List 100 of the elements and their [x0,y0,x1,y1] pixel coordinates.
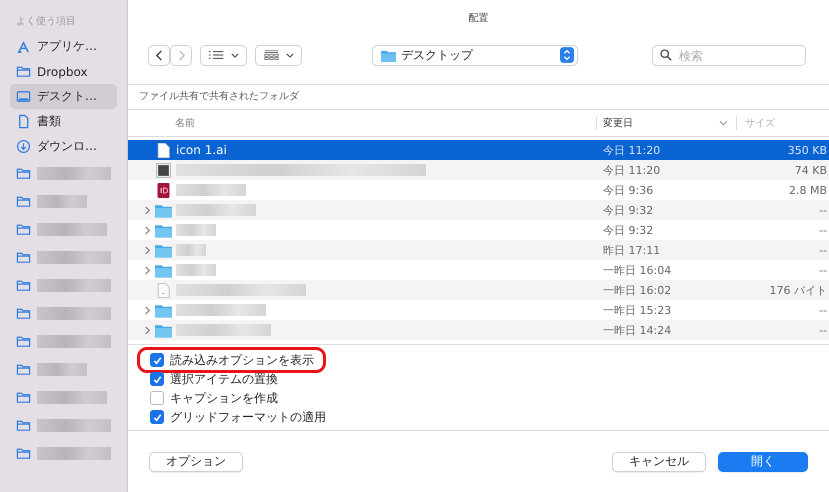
folder-icon [16,390,31,404]
folder-icon [16,222,31,236]
file-row[interactable]: 一昨日 14:24 -- [128,320,829,340]
disclosure-icon [144,306,151,314]
open-button[interactable]: 開く [718,452,808,472]
checkbox[interactable] [150,372,164,386]
file-row[interactable]: 一昨日 16:04 -- [128,260,829,280]
redacted-name [37,362,87,376]
options-button[interactable]: オプション [149,452,243,472]
checkbox[interactable] [150,410,164,424]
disclosure-icon [144,226,151,234]
redacted-name [37,390,107,404]
folder-icon [16,334,31,348]
date-cell-text: 今日 9:36 [602,182,654,198]
check-icon [152,354,162,366]
folder-icon [155,302,172,318]
indesign-file-icon [155,182,172,198]
grid-view-button[interactable] [255,44,302,66]
redacted-name [176,264,216,276]
section-heading: ファイル共有で共有されたフォルダ [128,85,829,110]
column-header[interactable]: 名前 [128,116,596,130]
date-cell-text: 昨日 17:11 [602,242,662,258]
check-icon [152,374,162,384]
file-row[interactable]: 今日 9:36 2.8 MB [128,180,829,200]
folder-icon [16,306,31,320]
file-row[interactable]: 今日 11:20 74 KB [128,160,829,180]
size-cell-text: 350 KB [786,144,828,156]
folder-icon [155,202,172,218]
sort-icon [719,120,728,126]
folder-icon [16,250,31,264]
date-cell-text: 一昨日 16:02 [602,282,672,298]
folder-icon [16,64,31,79]
option-checkbox[interactable]: キャプションを作成 [150,389,278,407]
sidebar-heading: よく使う項目 [15,15,77,28]
forward-icon [176,50,186,60]
checkbox[interactable] [150,353,164,367]
date-cell-text: 今日 11:20 [602,162,662,178]
redacted-name [176,244,206,256]
download-icon [16,139,31,154]
location-popup[interactable]: デスクトップ [372,44,578,66]
file-row[interactable]: 一昨日 16:02 176 バイト [128,280,829,300]
size-cell-text: 2.8 MB [788,184,828,196]
sidebar-item[interactable]: デスクト… [10,84,117,109]
size-cell-text: -- [818,324,828,336]
folder-icon [16,194,31,208]
checkbox[interactable] [150,391,164,405]
folder-icon [155,262,172,278]
desktop-icon [16,89,31,104]
folder-icon [16,418,31,432]
folder-icon [16,278,31,292]
sidebar-item[interactable]: アプリケ… [10,34,117,59]
disclosure-icon [144,206,151,214]
document-icon [155,142,172,158]
option-checkbox[interactable]: 選択アイテムの置換 [150,370,278,388]
folder-icon [381,48,396,62]
file-row[interactable]: icon 1.ai 今日 11:20 350 KB [128,140,829,160]
option-checkbox[interactable]: グリッドフォーマットの適用 [150,408,326,426]
search-field[interactable]: 検索 [652,45,806,66]
size-cell-text: -- [818,304,828,316]
sidebar-item[interactable]: ダウンロ… [10,134,117,159]
sidebar-label: ダウンロ… [37,138,97,155]
size-cell-text: -- [818,224,828,236]
list-view-button[interactable] [200,44,247,66]
folder-icon [155,222,172,238]
back-button[interactable] [148,44,170,66]
cancel-button[interactable]: キャンセル [612,452,706,472]
redacted-name [37,222,107,236]
image-file-icon [155,162,172,178]
redacted-name [176,224,216,236]
option-checkbox[interactable]: 読み込みオプションを表示 [150,351,314,369]
file-row[interactable]: 今日 9:32 -- [128,200,829,220]
caret-icon [231,52,239,58]
date-cell-text: 今日 11:20 [602,142,662,158]
check-icon [152,412,162,422]
window-title: 配置 [468,12,490,26]
document-icon [16,114,31,129]
folder-icon [16,446,31,460]
column-header[interactable]: 変更日 [596,116,737,130]
disclosure-icon [144,246,151,254]
folder-icon [155,242,172,258]
folder-icon [16,166,31,180]
file-row[interactable]: 昨日 17:11 -- [128,240,829,260]
date-cell-text: 一昨日 16:04 [602,262,672,278]
folder-icon [155,322,172,338]
date-cell-text: 今日 9:32 [602,222,654,238]
size-cell-text: -- [818,244,828,256]
size-cell-text: 74 KB [794,164,828,176]
file-row[interactable]: 一昨日 15:23 -- [128,300,829,320]
date-cell-text: 一昨日 14:24 [602,322,672,338]
file-row[interactable]: 今日 9:32 -- [128,220,829,240]
size-cell-text: 176 バイト [768,282,828,298]
date-cell-text: 今日 9:32 [602,202,654,218]
document-icon [155,282,172,298]
file-name: icon 1.ai [176,143,227,157]
sidebar-item[interactable]: Dropbox [10,59,117,84]
grid-icon [263,50,280,60]
sidebar-label: アプリケ… [37,38,97,55]
sidebar-label: デスクト… [37,88,97,105]
search-icon [660,48,672,60]
sidebar-item[interactable]: 書類 [10,109,117,134]
